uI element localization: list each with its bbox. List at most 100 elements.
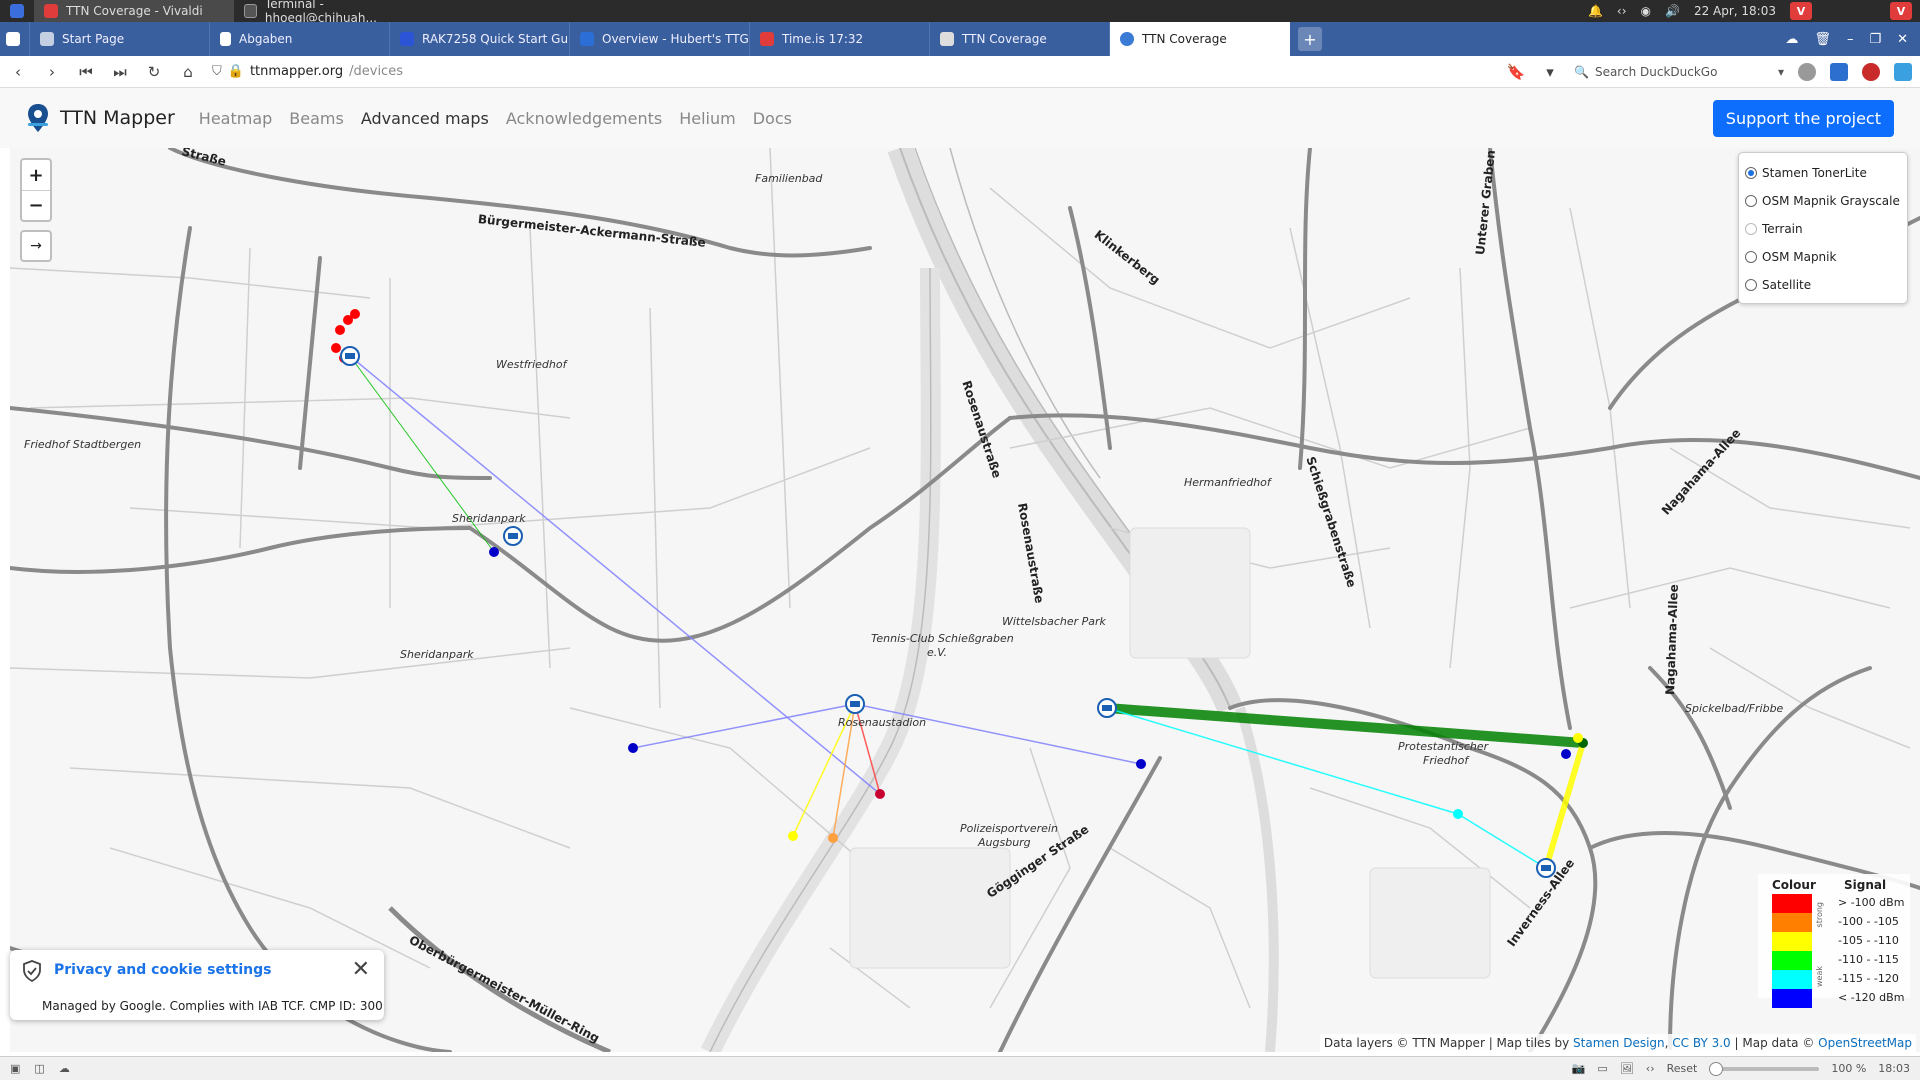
radio-selected-icon — [1745, 167, 1757, 179]
image-icon[interactable]: 🖼 — [1620, 1062, 1634, 1075]
place-label: Sheridanpark — [400, 648, 474, 661]
privacy-title[interactable]: Privacy and cookie settings — [54, 962, 272, 978]
os-menu-button[interactable] — [0, 0, 34, 22]
rak-icon — [400, 32, 414, 46]
ttn-mapper-icon — [1120, 32, 1134, 46]
place-label: Friedhof Stadtbergen — [24, 438, 142, 451]
extensions-icon[interactable] — [1894, 62, 1912, 81]
privacy-subtitle: Managed by Google. Complies with IAB TCF… — [42, 999, 383, 1013]
back-icon[interactable]: ‹ — [8, 63, 28, 81]
code-icon[interactable]: ‹› — [1646, 1062, 1655, 1075]
legend-label: > -100 dBm — [1838, 896, 1905, 909]
vivaldi-icon — [44, 4, 58, 18]
coverage-map[interactable]: Familienbad Westfriedhof Friedhof Stadtb… — [10, 148, 1920, 1052]
trash-icon[interactable]: 🗑 — [1814, 32, 1831, 47]
bell-icon[interactable]: 🔔 — [1588, 4, 1603, 18]
place-label: Wittelsbacher Park — [1002, 615, 1106, 628]
window-icon[interactable]: ▭ — [1597, 1062, 1607, 1075]
panel-toggle-icon[interactable]: ▣ — [10, 1062, 20, 1075]
layer-osm-mapnik-grayscale[interactable]: OSM Mapnik Grayscale — [1745, 187, 1901, 215]
legend-weak-label: weak — [1815, 966, 1824, 987]
forward-icon[interactable]: › — [42, 63, 62, 81]
chevron-down-icon[interactable]: ▾ — [1540, 63, 1560, 81]
ublock-icon[interactable] — [1862, 62, 1880, 81]
os-clock[interactable]: 22 Apr, 18:03 — [1694, 4, 1776, 18]
volume-icon[interactable]: 🔊 — [1665, 4, 1680, 18]
restore-icon[interactable]: ❐ — [1869, 32, 1881, 47]
place-label: e.V. — [927, 646, 948, 659]
legend-swatch — [1772, 913, 1812, 932]
close-window-icon[interactable]: ✕ — [1897, 32, 1908, 47]
brand[interactable]: TTN Mapper — [26, 103, 175, 133]
profile-avatar[interactable] — [1798, 62, 1816, 81]
zoom-control: + − — [20, 158, 52, 222]
new-tab-button[interactable]: + — [1298, 27, 1322, 51]
os-window-vivaldi[interactable]: TTN Coverage - Vivaldi — [34, 0, 234, 22]
vivaldi-menu-icon[interactable]: V — [1890, 2, 1912, 20]
bookmark-icon[interactable]: 🔖 — [1506, 63, 1526, 81]
tile-icon[interactable]: ◫ — [34, 1062, 44, 1075]
rewind-icon[interactable]: ⏮ — [76, 63, 96, 81]
bitwarden-icon[interactable] — [1830, 62, 1848, 81]
map-attribution: Data layers © TTN Mapper | Map tiles by … — [1319, 1034, 1916, 1052]
legend-swatch — [1772, 894, 1812, 913]
nav-heatmap[interactable]: Heatmap — [199, 109, 273, 128]
close-icon[interactable]: ✕ — [352, 957, 370, 982]
zoom-reset-button[interactable]: Reset — [1667, 1062, 1698, 1075]
zoom-in-button[interactable]: + — [22, 160, 50, 190]
privacy-cookie-banner[interactable]: Privacy and cookie settings ✕ Managed by… — [10, 950, 384, 1020]
gateway-links — [349, 355, 1586, 869]
network-icon[interactable]: ‹› — [1617, 4, 1627, 18]
stamen-link[interactable]: Stamen Design — [1573, 1036, 1665, 1050]
ttn-mapper-logo-icon — [28, 104, 48, 132]
tab-rak7258[interactable]: RAK7258 Quick Start Guid — [390, 22, 570, 56]
browser-tab-bar: Start Page Abgaben RAK7258 Quick Start G… — [0, 22, 1920, 56]
vivaldi-menu-button[interactable] — [0, 22, 30, 56]
url-field[interactable]: ⛉ 🔒 ttnmapper.org/devices — [212, 64, 1492, 79]
tab-ttn-coverage-active[interactable]: TTN Coverage — [1110, 22, 1290, 56]
home-icon[interactable]: ⌂ — [178, 63, 198, 81]
tab-overview[interactable]: Overview - Hubert's TTGO — [570, 22, 750, 56]
layer-satellite[interactable]: Satellite — [1745, 271, 1901, 299]
support-project-button[interactable]: Support the project — [1712, 99, 1894, 137]
legend-swatch — [1772, 970, 1812, 989]
vivaldi-logo-icon — [6, 32, 20, 46]
search-input[interactable]: 🔍 Search DuckDuckGo ▾ — [1574, 65, 1784, 79]
reload-icon[interactable]: ↻ — [144, 63, 164, 81]
nav-docs[interactable]: Docs — [753, 109, 792, 128]
tab-time-is[interactable]: Time.is 17:32 — [750, 22, 930, 56]
nav-helium[interactable]: Helium — [679, 109, 736, 128]
cc-by-link[interactable]: CC BY 3.0 — [1672, 1036, 1730, 1050]
update-icon[interactable]: ◉ — [1641, 4, 1651, 18]
place-label: Hermanfriedhof — [1184, 476, 1271, 489]
layer-terrain[interactable]: Terrain — [1745, 215, 1901, 243]
shield-check-icon — [23, 960, 41, 982]
chevron-down-icon[interactable]: ▾ — [1778, 65, 1784, 79]
nav-acknowledgements[interactable]: Acknowledgements — [506, 109, 662, 128]
os-window-title: TTN Coverage - Vivaldi — [66, 4, 203, 18]
nav-advanced-maps[interactable]: Advanced maps — [361, 109, 489, 128]
page-zoom-slider[interactable] — [1709, 1061, 1820, 1076]
browser-status-bar: ▣ ◫ ☁ 📷 ▭ 🖼 ‹› Reset 100 % 18:03 — [0, 1056, 1920, 1080]
measurement-point — [335, 325, 345, 335]
layer-osm-mapnik[interactable]: OSM Mapnik — [1745, 243, 1901, 271]
vivaldi-tray-icon[interactable]: V — [1790, 2, 1812, 20]
expand-sidebar-button[interactable]: → — [20, 230, 52, 262]
sync-cloud-icon[interactable]: ☁ — [59, 1062, 70, 1075]
cloud-icon[interactable]: ☁ — [1785, 32, 1798, 47]
minimize-icon[interactable]: – — [1847, 32, 1854, 47]
place-label: Protestantischer — [1398, 740, 1489, 753]
place-label: Polizeisportverein — [960, 822, 1058, 835]
tab-start-page[interactable]: Start Page — [30, 22, 210, 56]
gateway-antenna-icon — [345, 353, 355, 359]
os-window-terminal[interactable]: Terminal - hhoegl@chihuah... — [234, 0, 434, 25]
layer-stamen-tonerlite[interactable]: Stamen TonerLite — [1745, 159, 1901, 187]
camera-icon[interactable]: 📷 — [1572, 1062, 1586, 1075]
fast-forward-icon[interactable]: ⏭ — [110, 63, 130, 81]
tab-abgaben[interactable]: Abgaben — [210, 22, 390, 56]
nav-beams[interactable]: Beams — [289, 109, 344, 128]
tab-ttn-coverage[interactable]: TTN Coverage — [930, 22, 1110, 56]
zoom-slider-knob[interactable] — [1709, 1061, 1724, 1076]
zoom-out-button[interactable]: − — [22, 190, 50, 220]
osm-link[interactable]: OpenStreetMap — [1818, 1036, 1912, 1050]
